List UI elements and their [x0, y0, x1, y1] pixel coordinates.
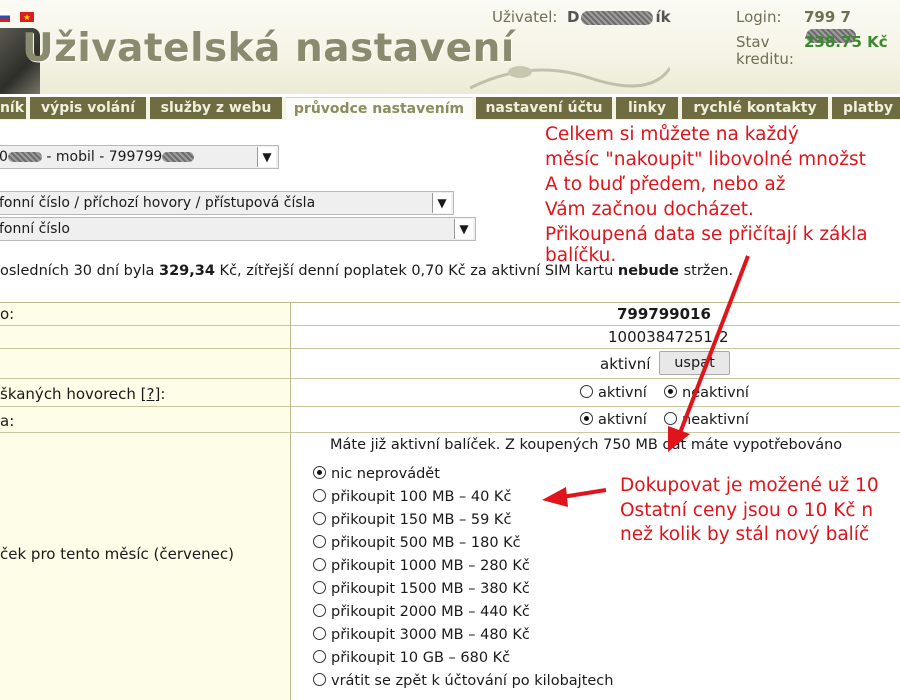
arrow-to-100mb-option-icon [542, 487, 607, 507]
arrow-to-package-info-icon [668, 255, 750, 452]
annotation-arrows [542, 255, 750, 507]
